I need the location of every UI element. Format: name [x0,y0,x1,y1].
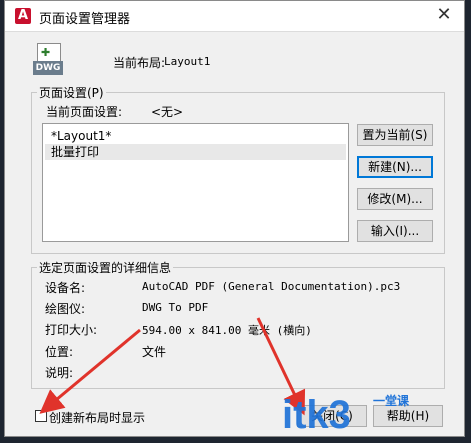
watermark-logo: itk3 [282,393,351,437]
watermark-subtext: 一堂课 [373,394,410,408]
annotation-arrows [39,317,306,416]
annotation-arrow-left [39,328,141,414]
